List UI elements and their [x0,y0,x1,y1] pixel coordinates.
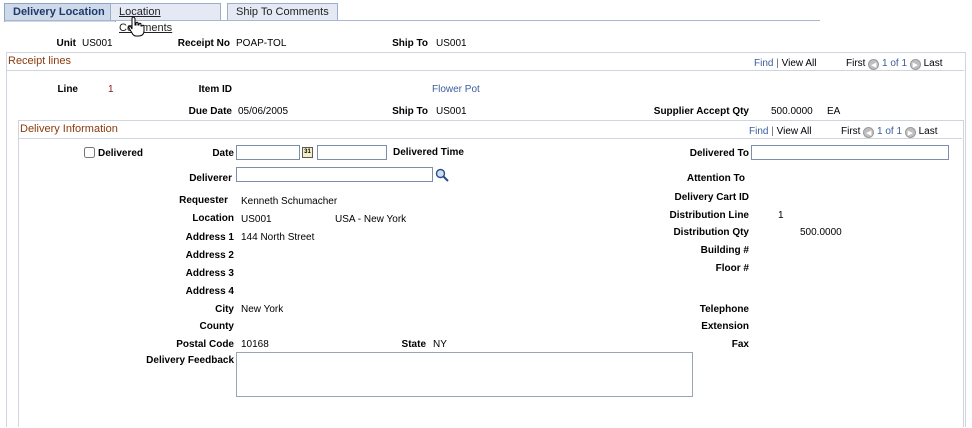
unit-value: US001 [82,38,113,49]
receipt-lines-title: Receipt lines [8,55,71,67]
supplier-accept-qty-label: Supplier Accept Qty [653,106,749,117]
distribution-line-value: 1 [778,210,784,221]
floor-label: Floor # [715,263,749,274]
delivered-to-label: Delivered To [689,148,749,159]
receipt-first-label[interactable]: First [846,58,865,69]
delivered-checkbox[interactable] [84,147,95,158]
tab-underline [4,20,820,21]
state-value: NY [433,339,447,350]
delivery-first-label[interactable]: First [841,126,860,137]
address2-label: Address 2 [185,250,234,261]
distribution-qty-label: Distribution Qty [673,227,749,238]
attention-to-label: Attention To [686,173,745,184]
unit-label: Unit [56,38,76,49]
item-id-label: Item ID [198,84,232,95]
deliverer-label: Deliverer [189,173,232,184]
city-label: City [215,304,234,315]
telephone-label: Telephone [699,304,749,315]
receipt-find-link[interactable]: Find [754,58,773,69]
requester-label: Requester [179,195,228,206]
address4-label: Address 4 [185,286,234,297]
delivery-info-pager: First ◀ 1 of 1 ▶ Last [841,126,938,138]
prev-arrow-icon[interactable]: ◀ [868,59,880,70]
delivery-info-nav: Find | View All [749,126,812,137]
due-date-value: 05/06/2005 [238,106,289,117]
date-label: Date [212,148,234,159]
ship-to-label: Ship To [392,38,428,49]
location-value: US001 [241,214,272,225]
due-date-label: Due Date [188,106,232,117]
delivery-last-label[interactable]: Last [919,126,938,137]
extension-label: Extension [701,321,749,332]
state-label: State [401,339,426,350]
delivered-time-label: Delivered Time [393,147,464,158]
search-icon[interactable] [435,168,449,182]
receipt-no-label: Receipt No [177,38,230,49]
building-label: Building # [700,245,749,256]
location-label: Location [192,213,234,224]
date-input[interactable] [236,145,300,160]
location-description: USA - New York [335,214,407,225]
receipt-lines-nav: Find | View All [754,58,817,69]
postal-code-label: Postal Code [176,339,234,350]
city-value: New York [241,304,284,315]
line-label: Line [57,84,78,95]
tab-ship-to-comments[interactable]: Ship To Comments [227,3,338,20]
receipt-lines-pager: First ◀ 1 of 1 ▶ Last [846,58,943,70]
delivery-count: 1 of 1 [877,126,903,137]
supplier-accept-qty-uom: EA [827,106,841,117]
delivery-info-divider [18,138,962,139]
item-id-value: Flower Pot [432,84,480,95]
receipt-lines-divider [6,70,964,71]
delivery-view-all-link[interactable]: View All [777,126,812,137]
line-value: 1 [108,84,114,95]
address3-label: Address 3 [185,268,234,279]
delivery-find-link[interactable]: Find [749,126,768,137]
receipt-view-all-link[interactable]: View All [782,58,817,69]
distribution-qty-value: 500.0000 [800,227,842,238]
calendar-icon[interactable]: 31 [302,147,313,158]
supplier-accept-qty-value: 500.0000 [771,106,813,117]
delivered-to-input[interactable] [751,145,949,160]
delivery-info-title: Delivery Information [20,123,118,135]
address1-value: 144 North Street [241,232,315,243]
delivered-time-input[interactable] [317,145,387,160]
delivery-cart-id-label: Delivery Cart ID [674,192,749,203]
receipt-last-label[interactable]: Last [924,58,943,69]
receipt-no-value: POAP-TOL [236,38,287,49]
delivery-prev-arrow-icon[interactable]: ◀ [863,127,875,138]
ship-to-value: US001 [436,38,467,49]
fax-label: Fax [731,339,749,350]
tab-location-comments[interactable]: Location Comments [110,3,221,34]
delivery-feedback-label: Delivery Feedback [146,355,234,366]
delivery-feedback-textarea[interactable] [236,352,693,397]
line-ship-to-label: Ship To [392,106,428,117]
hand-cursor-icon [128,16,145,37]
next-arrow-icon[interactable]: ▶ [909,59,921,70]
distribution-line-label: Distribution Line [669,210,749,221]
delivery-next-arrow-icon[interactable]: ▶ [904,127,916,138]
delivered-label: Delivered [98,148,144,159]
postal-code-value: 10168 [241,339,269,350]
receipt-count: 1 of 1 [882,58,908,69]
county-label: County [199,321,234,332]
line-ship-to-value: US001 [436,106,467,117]
deliverer-input[interactable] [236,167,433,182]
requester-value: Kenneth Schumacher [241,196,338,207]
address1-label: Address 1 [185,232,234,243]
